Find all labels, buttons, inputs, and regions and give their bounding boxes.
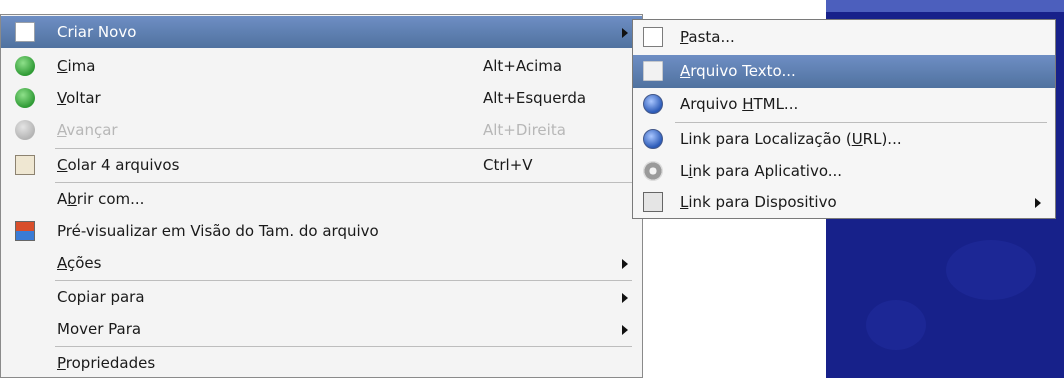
- menu-item-shortcut: Alt+Esquerda: [483, 89, 587, 107]
- menu-item-copiar-para[interactable]: Copiar para: [1, 281, 642, 313]
- menu-item-label: Criar Novo: [57, 23, 137, 41]
- submenu-arrow-icon: [622, 293, 628, 303]
- menu-item-label: Pré-visualizar em Visão do Tam. do arqui…: [57, 222, 379, 240]
- menu-item-label: Copiar para: [57, 288, 145, 306]
- treemap-view-icon: [15, 221, 35, 241]
- submenu-item-label: Pasta...: [680, 28, 735, 46]
- submenu-item-link-dispositivo[interactable]: Link para Dispositivo: [633, 186, 1055, 219]
- menu-item-label: Mover Para: [57, 320, 142, 338]
- submenu-item-label: Arquivo HTML...: [680, 95, 799, 113]
- menu-item-propriedades[interactable]: Propriedades: [1, 347, 642, 379]
- menu-item-shortcut: Alt+Acima: [483, 57, 563, 75]
- submenu-item-link-aplicativo[interactable]: Link para Aplicativo...: [633, 155, 1055, 188]
- submenu-item-label: Link para Dispositivo: [680, 193, 837, 211]
- desktop-pattern-blob: [866, 300, 926, 350]
- menu-item-voltar[interactable]: Voltar Alt+Esquerda: [1, 82, 642, 114]
- html-file-icon: [643, 94, 663, 114]
- submenu-item-pasta[interactable]: Pasta...: [633, 21, 1055, 54]
- context-menu: Criar Novo Cima Alt+Acima Voltar Alt+Esq…: [0, 14, 643, 378]
- submenu-arrow-icon: [622, 259, 628, 269]
- back-arrow-icon: [15, 88, 35, 108]
- menu-item-label: Colar 4 arquivos: [57, 156, 180, 174]
- up-arrow-icon: [15, 56, 35, 76]
- submenu-arrow-icon: [622, 325, 628, 335]
- menu-item-avancar: Avançar Alt+Direita: [1, 114, 642, 146]
- submenu-item-arquivo-html[interactable]: Arquivo HTML...: [633, 88, 1055, 121]
- url-link-icon: [643, 129, 663, 149]
- submenu-item-label: Link para Aplicativo...: [680, 162, 843, 180]
- menu-item-mover-para[interactable]: Mover Para: [1, 313, 642, 345]
- submenu-arrow-icon: [622, 28, 628, 38]
- application-link-icon: [643, 161, 663, 181]
- menu-item-label: Propriedades: [57, 354, 156, 372]
- paste-icon: [15, 155, 35, 175]
- menu-item-abrir-com[interactable]: Abrir com...: [1, 183, 642, 215]
- menu-item-criar-novo[interactable]: Criar Novo: [1, 16, 642, 48]
- menu-item-label: Ações: [57, 254, 102, 272]
- menu-item-label: Avançar: [57, 121, 118, 139]
- forward-arrow-icon: [15, 120, 35, 140]
- menu-item-shortcut: Alt+Direita: [483, 121, 566, 139]
- menu-item-label: Voltar: [57, 89, 101, 107]
- menu-item-cima[interactable]: Cima Alt+Acima: [1, 50, 642, 82]
- desktop-top-strip: [826, 0, 1064, 12]
- menu-item-colar[interactable]: Colar 4 arquivos Ctrl+V: [1, 149, 642, 181]
- device-link-icon: [643, 192, 663, 212]
- submenu-item-label: Arquivo Texto...: [680, 62, 796, 80]
- desktop-pattern-blob: [946, 240, 1036, 300]
- menu-item-pre-visualizar[interactable]: Pré-visualizar em Visão do Tam. do arqui…: [1, 215, 642, 247]
- criar-novo-submenu: Pasta... Arquivo Texto... Arquivo HTML..…: [632, 19, 1056, 219]
- text-file-icon: [643, 61, 663, 81]
- submenu-item-label: Link para Localização (URL)...: [680, 130, 902, 148]
- menu-item-label: Cima: [57, 57, 96, 75]
- submenu-item-arquivo-texto[interactable]: Arquivo Texto...: [633, 55, 1055, 88]
- new-document-icon: [15, 22, 35, 42]
- submenu-item-link-url[interactable]: Link para Localização (URL)...: [633, 123, 1055, 156]
- submenu-arrow-icon: [1035, 198, 1041, 208]
- menu-item-acoes[interactable]: Ações: [1, 247, 642, 279]
- menu-item-label: Abrir com...: [57, 190, 145, 208]
- folder-icon: [643, 27, 663, 47]
- menu-item-shortcut: Ctrl+V: [483, 156, 533, 174]
